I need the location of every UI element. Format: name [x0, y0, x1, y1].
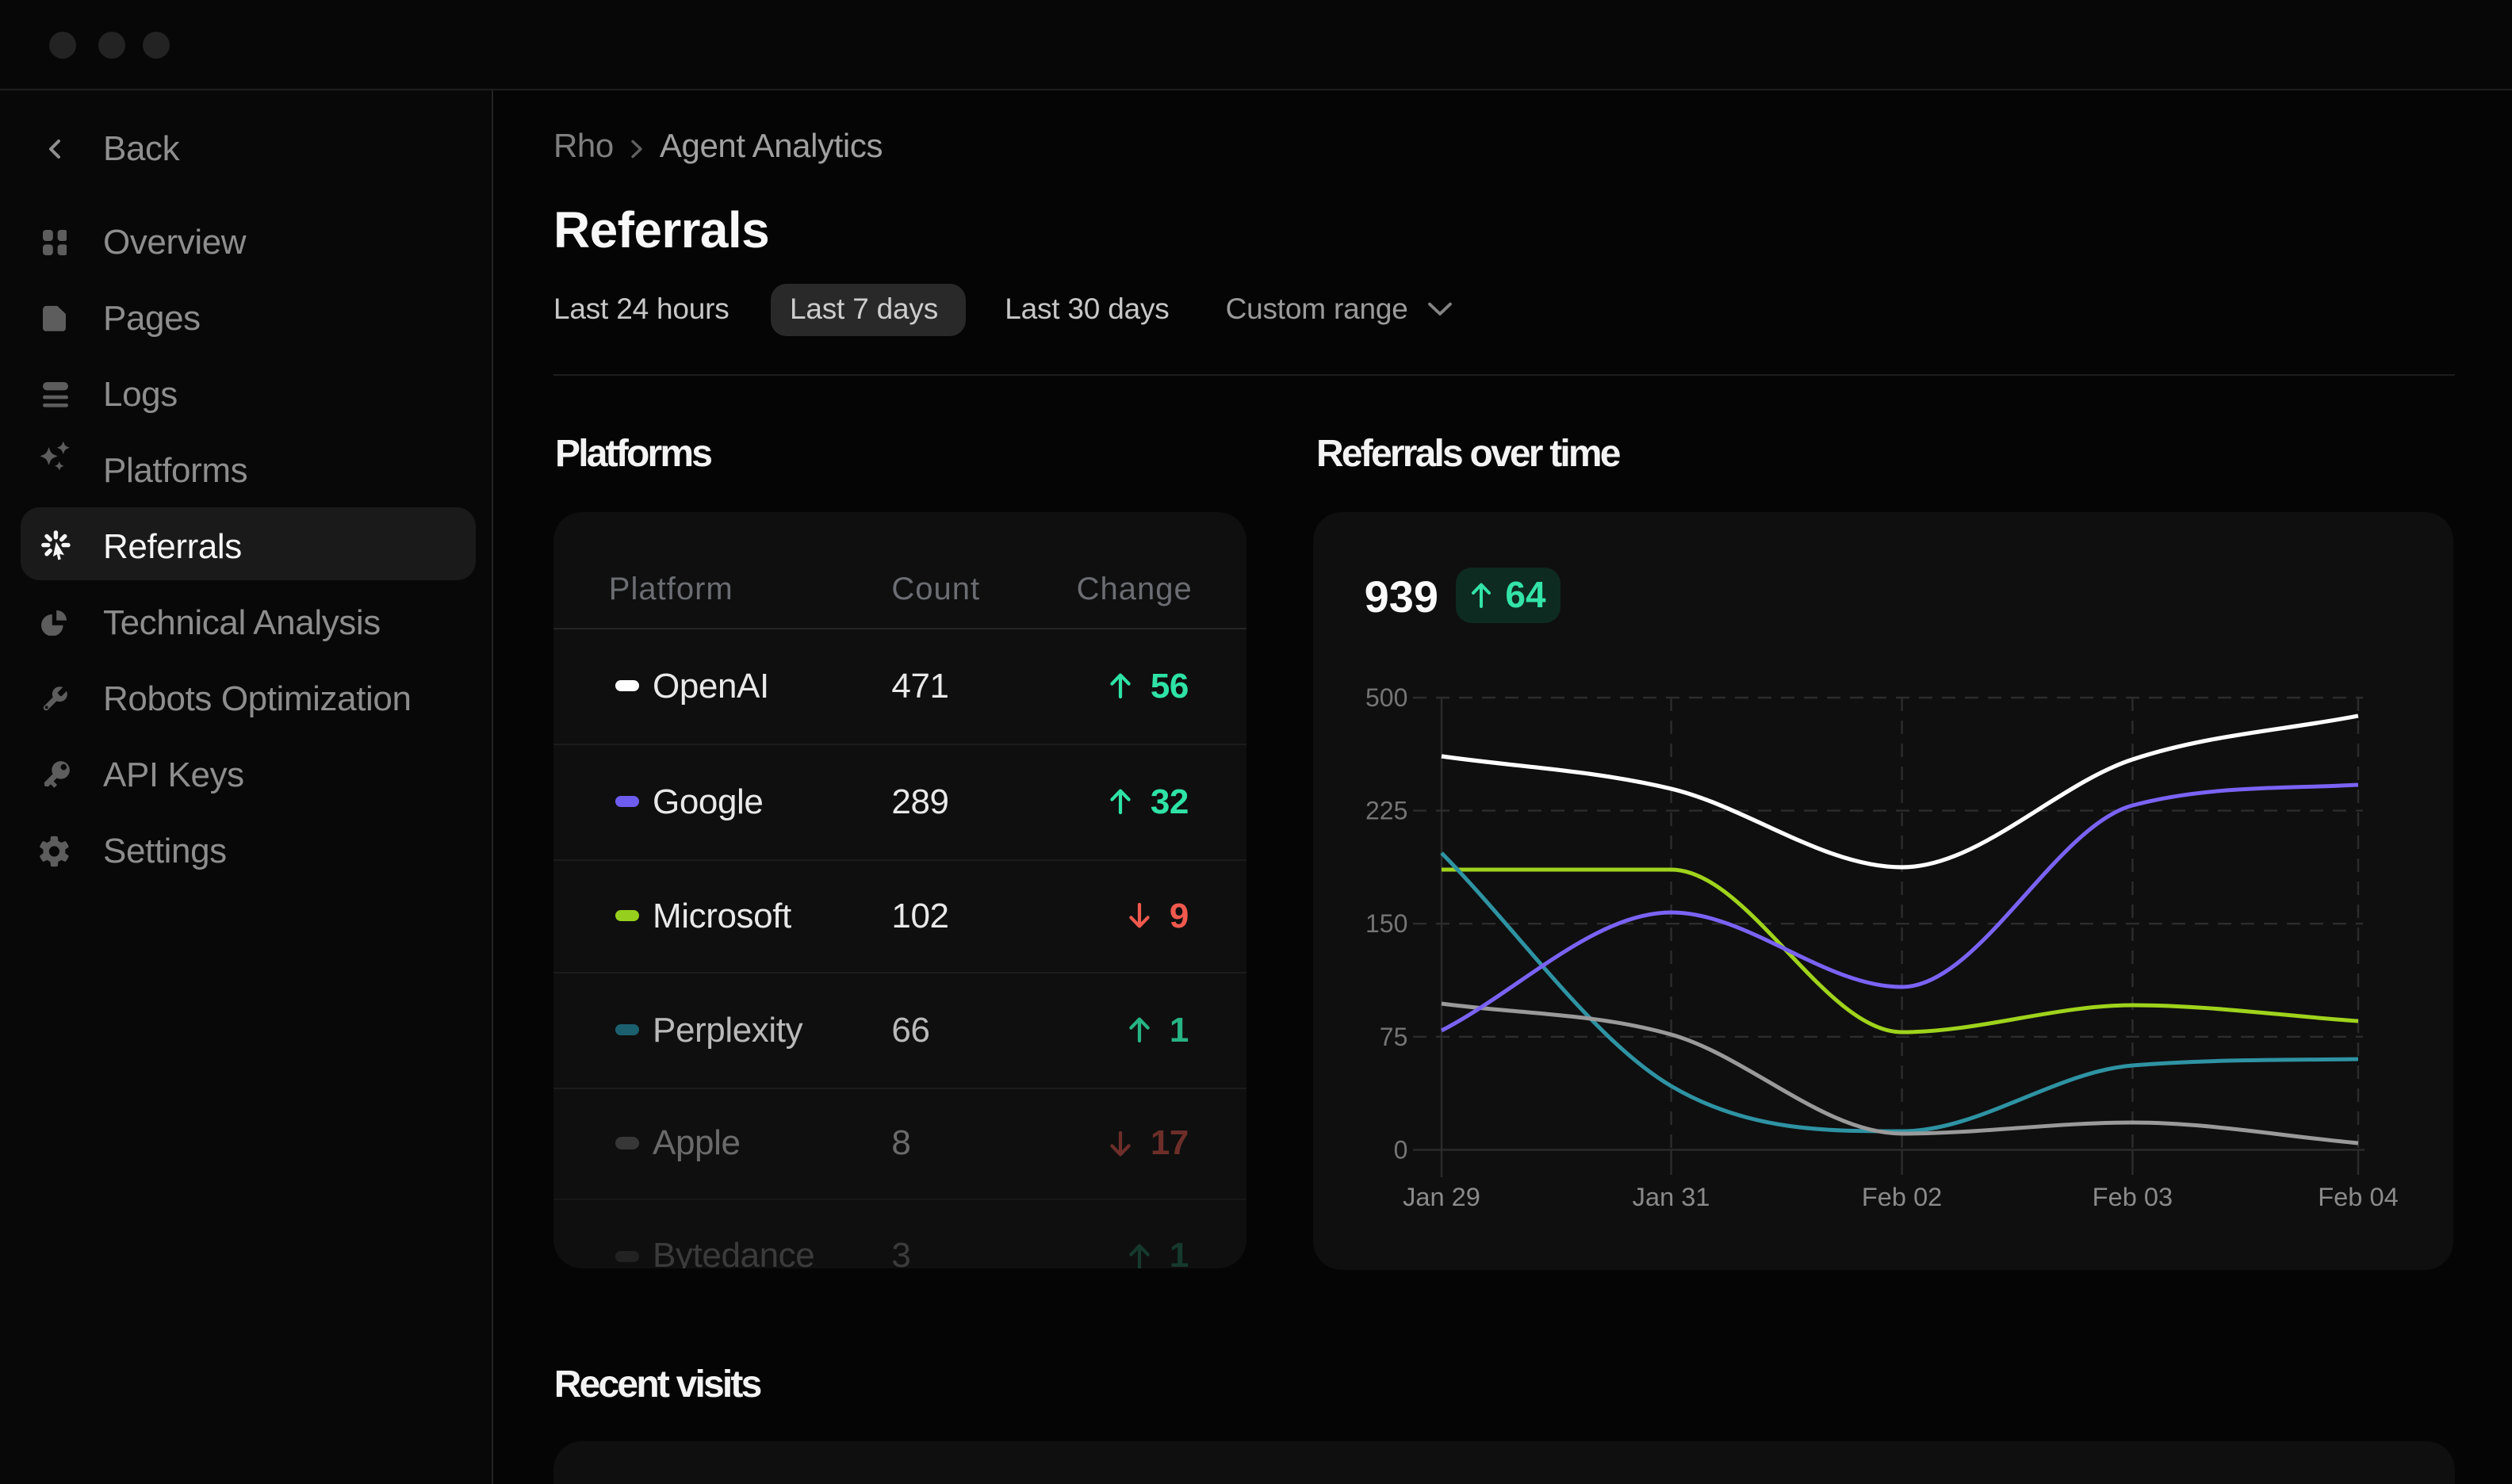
svg-text:75: 75	[1380, 1023, 1408, 1051]
svg-text:Feb 03: Feb 03	[2093, 1182, 2173, 1211]
svg-text:Feb 04: Feb 04	[2318, 1182, 2398, 1211]
svg-text:Feb 02: Feb 02	[1862, 1182, 1942, 1211]
svg-text:0: 0	[1394, 1135, 1408, 1164]
svg-text:500: 500	[1365, 683, 1407, 712]
svg-text:Jan 31: Jan 31	[1633, 1182, 1710, 1211]
svg-text:Jan 29: Jan 29	[1403, 1182, 1480, 1211]
svg-text:150: 150	[1365, 909, 1407, 938]
svg-text:225: 225	[1365, 797, 1407, 825]
